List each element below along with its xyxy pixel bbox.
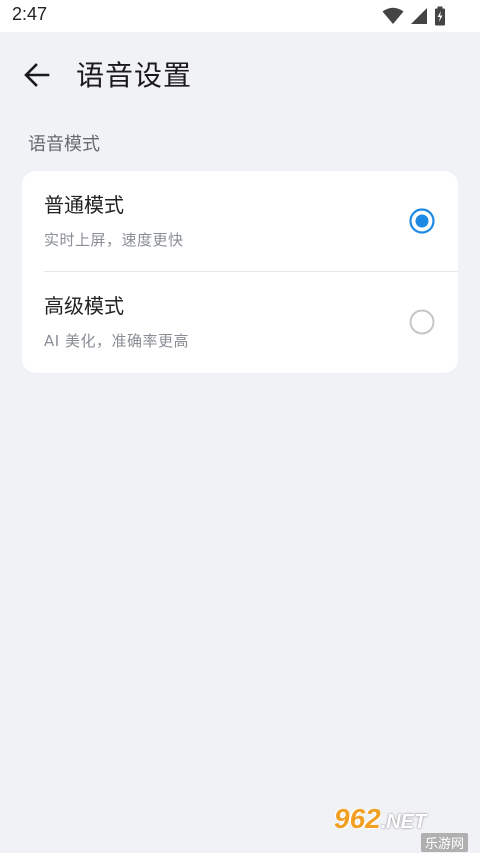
radio-selected-icon[interactable] [409,208,435,234]
option-description: 实时上屏，速度更快 [44,231,184,249]
status-icons [382,6,446,26]
battery-charging-icon [435,6,445,26]
signal-icon [411,8,427,24]
option-title: 高级模式 [44,294,124,318]
option-normal-mode[interactable]: 普通模式 实时上屏，速度更快 [22,171,458,271]
watermark-logo: 962.NET 乐游网 [334,803,474,852]
page-title: 语音设置 [76,59,193,92]
arrow-left-icon [24,63,50,87]
option-description: AI 美化，准确率更高 [44,332,189,350]
wifi-icon [382,7,404,24]
watermark-caption: 乐游网 [420,833,468,852]
back-button[interactable] [14,52,60,98]
voice-mode-card: 普通模式 实时上屏，速度更快 高级模式 AI 美化，准确率更高 [22,171,458,373]
status-bar: 2:47 [0,0,480,32]
status-time: 2:47 [12,4,48,24]
radio-unselected-icon[interactable] [409,309,435,335]
option-advanced-mode[interactable]: 高级模式 AI 美化，准确率更高 [22,272,458,372]
option-title: 普通模式 [44,193,124,217]
watermark-brand: 962.NET [334,803,427,834]
app-bar: 语音设置 [0,32,480,116]
section-title: 语音模式 [28,134,100,155]
